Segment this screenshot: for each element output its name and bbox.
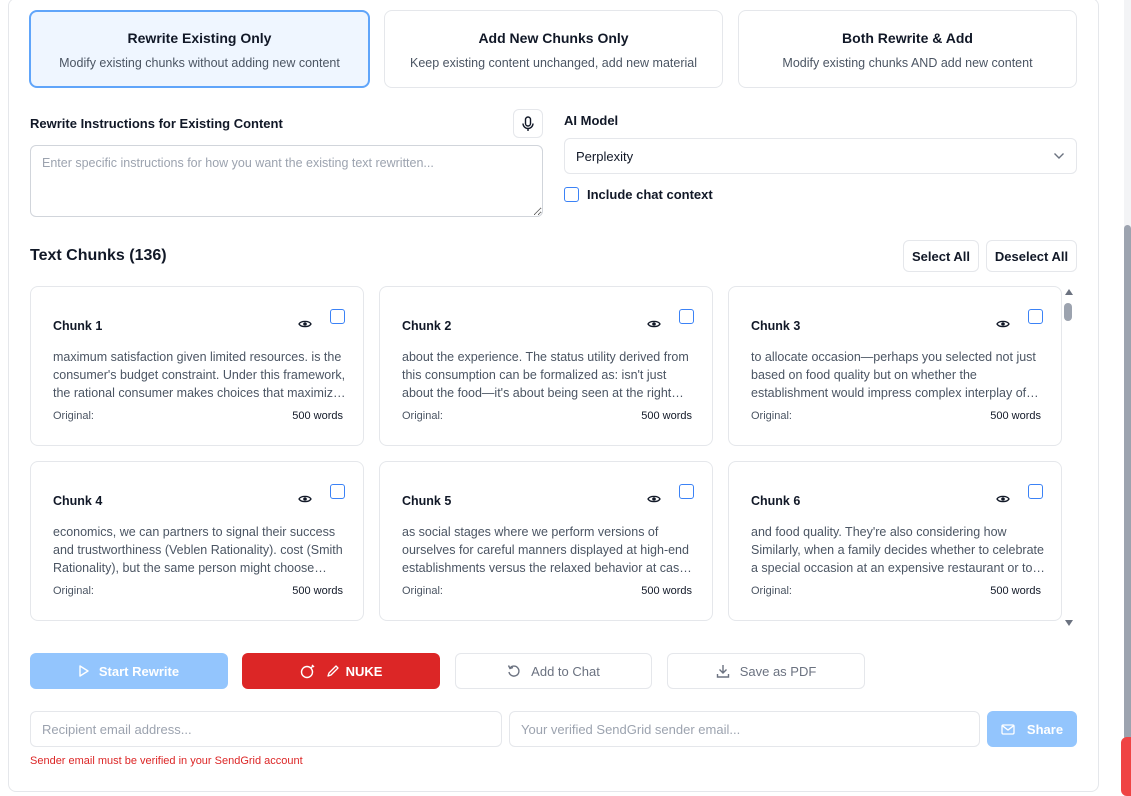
deselect-all-button[interactable]: Deselect All: [986, 240, 1077, 272]
sender-warning: Sender email must be verified in your Se…: [30, 755, 303, 767]
undo-icon: [508, 665, 520, 677]
mode-both[interactable]: Both Rewrite & Add Modify existing chunk…: [738, 10, 1077, 88]
add-to-chat-label: Add to Chat: [531, 663, 600, 679]
chunk-title: Chunk 3: [751, 319, 801, 333]
microphone-icon: [522, 115, 534, 131]
pencil-icon: [326, 665, 339, 677]
chunk-title: Chunk 6: [751, 494, 801, 508]
chunk-title: Chunk 4: [53, 494, 103, 508]
nuke-label: NUKE: [345, 663, 383, 679]
instructions-textarea[interactable]: [30, 145, 543, 217]
eye-icon[interactable]: [298, 319, 312, 329]
microphone-button[interactable]: [513, 109, 543, 138]
chunks-scrollbar-thumb[interactable]: [1064, 303, 1072, 321]
include-chat-context-label: Include chat context: [587, 187, 713, 202]
chunk-original-label: Original:: [402, 585, 443, 597]
scroll-down-icon[interactable]: [1065, 620, 1073, 626]
mode-title: Both Rewrite & Add: [842, 30, 973, 46]
share-label: Share: [1026, 721, 1064, 737]
mode-description: Keep existing content unchanged, add new…: [410, 56, 697, 70]
ai-model-value: Perplexity: [576, 148, 634, 164]
download-icon: [716, 665, 729, 678]
mode-title: Rewrite Existing Only: [127, 30, 272, 46]
chunk-word-count: 500 words: [990, 585, 1041, 597]
chunk-card[interactable]: Chunk 3 to allocate occasion—perhaps you…: [728, 286, 1062, 446]
chevron-down-icon: [1054, 153, 1064, 159]
sender-email-input[interactable]: [509, 711, 980, 747]
chunk-text: and food quality. They're also consideri…: [751, 525, 1044, 575]
ai-model-label: AI Model: [564, 113, 619, 128]
chunk-word-count: 500 words: [292, 410, 343, 422]
chunk-word-count: 500 words: [641, 410, 692, 422]
recipient-email-input[interactable]: [30, 711, 502, 747]
chunk-text: to allocate occasion—perhaps you selecte…: [751, 350, 1036, 400]
eye-icon[interactable]: [996, 494, 1010, 504]
start-rewrite-button[interactable]: Start Rewrite: [30, 653, 228, 689]
chunk-checkbox[interactable]: [679, 484, 694, 499]
chunk-text: maximum satisfaction given limited resou…: [53, 350, 346, 400]
eye-icon[interactable]: [647, 494, 661, 504]
chunks-grid: Chunk 1 maximum satisfaction given limit…: [30, 286, 1077, 626]
save-pdf-button[interactable]: Save as PDF: [667, 653, 865, 689]
eye-icon[interactable]: [298, 494, 312, 504]
page-scrollbar-thumb[interactable]: [1124, 225, 1131, 740]
instructions-label: Rewrite Instructions for Existing Conten…: [30, 116, 283, 131]
mail-icon: [1001, 723, 1015, 735]
start-rewrite-label: Start Rewrite: [98, 663, 180, 679]
chunk-checkbox[interactable]: [330, 484, 345, 499]
scroll-up-icon[interactable]: [1065, 289, 1073, 295]
chunk-card[interactable]: Chunk 5 as social stages where we perfor…: [379, 461, 713, 621]
mode-description: Modify existing chunks without adding ne…: [59, 56, 340, 70]
chunk-original-label: Original:: [53, 585, 94, 597]
chunk-card[interactable]: Chunk 6 and food quality. They're also c…: [728, 461, 1062, 621]
mode-title: Add New Chunks Only: [478, 30, 629, 46]
nuke-button[interactable]: NUKE: [242, 653, 440, 689]
save-pdf-label: Save as PDF: [739, 663, 817, 679]
chunk-card[interactable]: Chunk 2 about the experience. The status…: [379, 286, 713, 446]
chunk-word-count: 500 words: [292, 585, 343, 597]
chunk-checkbox[interactable]: [679, 309, 694, 324]
chunk-word-count: 500 words: [990, 410, 1041, 422]
chunk-title: Chunk 1: [53, 319, 103, 333]
chunk-text: as social stages where we perform versio…: [402, 525, 696, 575]
chunks-scrollbar[interactable]: [1063, 289, 1075, 626]
chunk-checkbox[interactable]: [1028, 309, 1043, 324]
mode-description: Modify existing chunks AND add new conte…: [782, 56, 1033, 70]
eye-icon[interactable]: [996, 319, 1010, 329]
chunk-card[interactable]: Chunk 1 maximum satisfaction given limit…: [30, 286, 364, 446]
chunk-original-label: Original:: [751, 585, 792, 597]
chunks-title: Text Chunks (136): [30, 247, 167, 264]
page-scrollbar[interactable]: [1124, 0, 1131, 796]
floating-widget-edge[interactable]: [1121, 737, 1131, 796]
include-chat-context[interactable]: Include chat context: [564, 187, 713, 202]
chunk-title: Chunk 5: [402, 494, 452, 508]
eye-icon[interactable]: [647, 319, 661, 329]
chunk-word-count: 500 words: [641, 585, 692, 597]
chunk-original-label: Original:: [53, 410, 94, 422]
bomb-icon: [300, 664, 315, 679]
include-chat-context-checkbox[interactable]: [564, 187, 579, 202]
mode-add-new[interactable]: Add New Chunks Only Keep existing conten…: [384, 10, 723, 88]
chunk-checkbox[interactable]: [330, 309, 345, 324]
chunk-title: Chunk 2: [402, 319, 452, 333]
chunk-card[interactable]: Chunk 4 economics, we can partners to si…: [30, 461, 364, 621]
play-icon: [79, 665, 89, 677]
chunk-text: about the experience. The status utility…: [402, 350, 689, 400]
chunk-text: economics, we can partners to signal the…: [53, 525, 343, 575]
chunk-original-label: Original:: [751, 410, 792, 422]
add-to-chat-button[interactable]: Add to Chat: [455, 653, 652, 689]
chunk-original-label: Original:: [402, 410, 443, 422]
share-button[interactable]: Share: [987, 711, 1077, 747]
ai-model-select[interactable]: Perplexity: [564, 138, 1077, 174]
mode-rewrite-existing[interactable]: Rewrite Existing Only Modify existing ch…: [29, 10, 370, 88]
select-all-button[interactable]: Select All: [903, 240, 979, 272]
chunk-checkbox[interactable]: [1028, 484, 1043, 499]
